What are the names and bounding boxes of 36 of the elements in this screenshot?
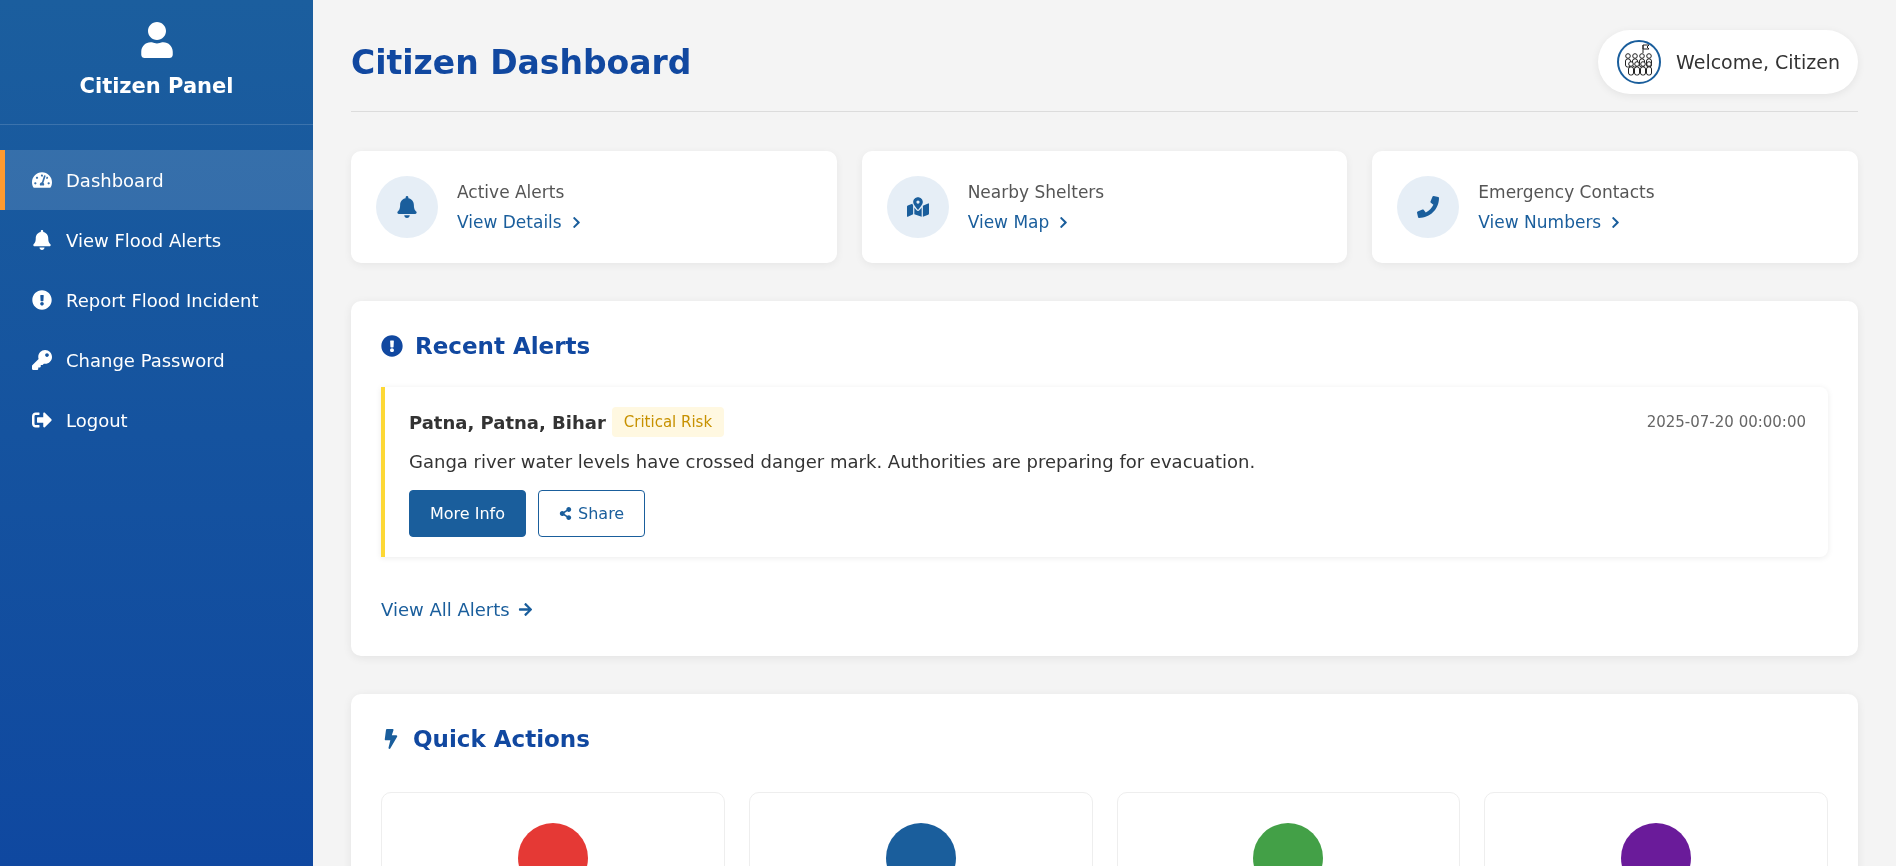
key-icon xyxy=(32,350,52,370)
dashboard-gauge-icon xyxy=(32,170,52,190)
sidebar-item[interactable]: View Flood Alerts xyxy=(0,210,313,270)
sidebar-title: Citizen Panel xyxy=(79,74,234,98)
stat-link[interactable]: View Map xyxy=(967,212,1105,232)
risk-badge: Critical Risk xyxy=(611,407,725,437)
share-button[interactable]: Share xyxy=(538,490,646,537)
phone-icon xyxy=(1417,196,1440,218)
section-title: Quick Actions xyxy=(413,726,590,752)
bell-icon xyxy=(396,196,418,218)
bell-icon xyxy=(32,230,52,250)
sidebar-item[interactable]: Logout xyxy=(0,390,313,450)
stat-title: Active Alerts xyxy=(457,182,566,202)
page-title: Citizen Dashboard xyxy=(351,42,692,82)
welcome-text: Welcome, Citizen xyxy=(1676,51,1840,73)
stat-link[interactable]: View Numbers xyxy=(1478,212,1655,232)
map-marker-icon xyxy=(906,196,929,218)
section-title: Recent Alerts xyxy=(415,333,591,359)
stat-title: Emergency Contacts xyxy=(1478,182,1655,202)
stat-title: Nearby Shelters xyxy=(967,182,1105,202)
exclamation-icon xyxy=(381,335,403,357)
more-info-button[interactable]: More Info xyxy=(409,490,527,537)
sidebar-item[interactable]: Change Password xyxy=(0,330,313,390)
alert-message: Ganga river water levels have crossed danger mark. Authorities are preparing for evacuation. xyxy=(409,451,1257,472)
sidebar-item[interactable]: Report Flood Incident xyxy=(0,270,313,330)
arrow-right-icon xyxy=(517,602,533,617)
sidebar-item[interactable]: Dashboard xyxy=(0,150,313,210)
view-all-alerts-link[interactable]: View All Alerts xyxy=(381,599,533,620)
alert-time: 2025-07-20 00:00:00 xyxy=(1646,413,1806,431)
logout-icon xyxy=(32,410,52,430)
crowd-icon xyxy=(1616,39,1663,85)
exclamation-icon xyxy=(32,290,52,310)
user-icon xyxy=(138,22,175,58)
share-icon xyxy=(559,507,573,520)
alert-location: Patna, Patna, Bihar xyxy=(409,411,606,433)
stat-link[interactable]: View Details xyxy=(457,212,583,232)
